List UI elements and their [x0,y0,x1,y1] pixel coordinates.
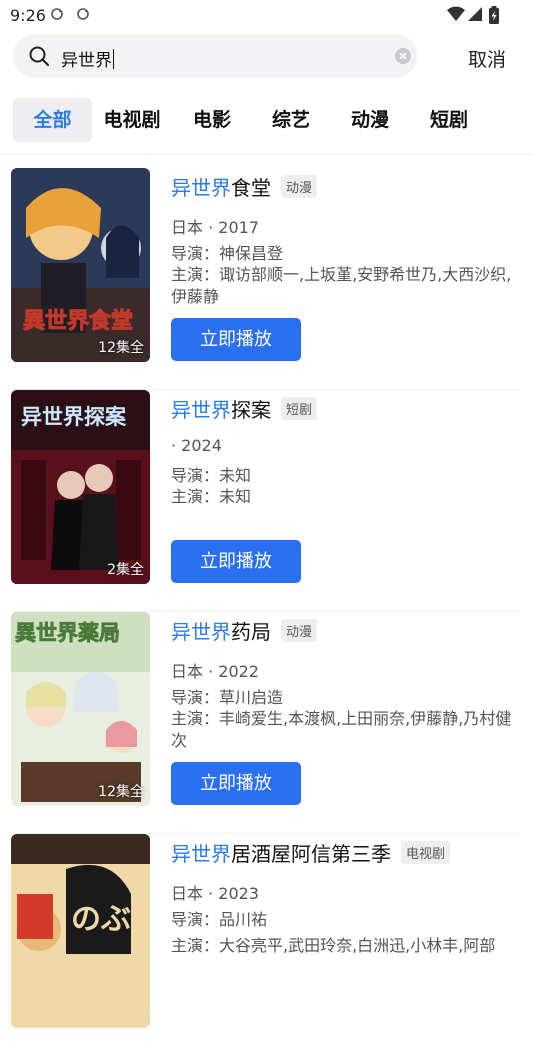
cast: 主演：诹访部顺一,上坂堇,安野希世乃,大西沙织,伊藤静 [171,265,512,306]
region-year: 日本 · 2023 [171,884,259,903]
cast: 主演：丰崎爱生,本渡枫,上田丽奈,伊藤静,乃村健次 [171,709,512,750]
result-card[interactable]: 異世界食堂 12集全 异世界食堂 动漫 日本 · 2017 导演：神保昌登 主演：… [0,168,533,390]
poster-logo-text: のぶ [71,902,131,937]
title-rest: 食堂 [231,176,271,200]
play-button[interactable]: 立即播放 [171,540,301,583]
status-bar: 9:26 [0,0,533,30]
poster-logo-text: 异世界探案 [21,405,127,429]
poster-logo-text: 異世界食堂 [23,308,133,334]
region-year: 日本 · 2017 [171,218,259,237]
region-year: · 2024 [171,436,222,455]
category-tag: 动漫 [281,619,318,642]
cast: 主演：未知 [171,487,252,506]
episode-count: 2集全 [107,562,144,578]
status-time: 9:26 [10,6,46,25]
tab-anime[interactable]: 动漫 [345,98,395,142]
title-rest: 药局 [231,620,271,644]
director: 导演：品川祐 [171,910,268,929]
tab-all[interactable]: 全部 [13,98,92,142]
result-title[interactable]: 异世界药局 动漫 [171,616,318,645]
poster-image[interactable]: 异世界探案 2集全 [11,390,150,584]
battery-icon [488,6,500,28]
result-card[interactable]: 异世界探案 2集全 异世界探案 短剧 · 2024 导演：未知 主演：未知 立即播… [0,390,533,612]
cast: 主演：大谷亮平,武田玲奈,白洲迅,小林丰,阿部 [171,936,496,955]
wifi-icon [447,6,465,26]
poster-logo-text: 異世界薬局 [15,621,120,645]
tab-short-drama[interactable]: 短剧 [424,98,474,142]
director: 导演：草川启造 [171,688,284,707]
title-highlight: 异世界 [171,620,231,644]
category-tag: 动漫 [281,175,318,198]
result-title[interactable]: 异世界居酒屋阿信第三季 电视剧 [171,838,451,867]
tab-tv-series[interactable]: 电视剧 [101,98,163,142]
category-tabs: 全部 电视剧 电影 综艺 动漫 短剧 [0,98,533,142]
clear-icon[interactable] [395,48,411,68]
poster-image[interactable]: 異世界薬局 12集全 [11,612,150,806]
tab-movies[interactable]: 电影 [187,98,237,142]
sync-icon [50,6,64,25]
search-row: 异世界 取消 [0,34,533,80]
signal-icon [467,6,483,26]
result-title[interactable]: 异世界探案 短剧 [171,394,318,423]
director: 导演：未知 [171,466,252,485]
title-highlight: 异世界 [171,398,231,422]
title-rest: 居酒屋阿信第三季 [231,842,391,866]
search-query: 异世界 [61,49,114,71]
poster-image[interactable]: 異世界食堂 12集全 [11,168,150,362]
search-input[interactable]: 异世界 [13,34,417,78]
cancel-button[interactable]: 取消 [468,45,506,72]
category-tag: 短剧 [281,397,318,420]
play-button[interactable]: 立即播放 [171,318,301,361]
director: 导演：神保昌登 [171,244,284,263]
search-icon [29,46,50,70]
result-card[interactable]: 異世界薬局 12集全 异世界药局 动漫 日本 · 2022 导演：草川启造 主演：… [0,612,533,834]
play-button[interactable]: 立即播放 [171,762,301,805]
tab-variety[interactable]: 综艺 [266,98,316,142]
result-card[interactable]: のぶ 异世界居酒屋阿信第三季 电视剧 日本 · 2023 导演：品川祐 主演：大谷… [0,834,533,1056]
episode-count: 12集全 [98,340,144,356]
poster-image[interactable]: のぶ [11,834,150,1028]
category-tag: 电视剧 [401,841,451,864]
sync-icon-2 [76,6,90,25]
title-highlight: 异世界 [171,842,231,866]
divider [0,154,533,155]
title-rest: 探案 [231,398,271,422]
region-year: 日本 · 2022 [171,662,259,681]
episode-count: 12集全 [98,784,144,800]
result-title[interactable]: 异世界食堂 动漫 [171,172,318,201]
title-highlight: 异世界 [171,176,231,200]
